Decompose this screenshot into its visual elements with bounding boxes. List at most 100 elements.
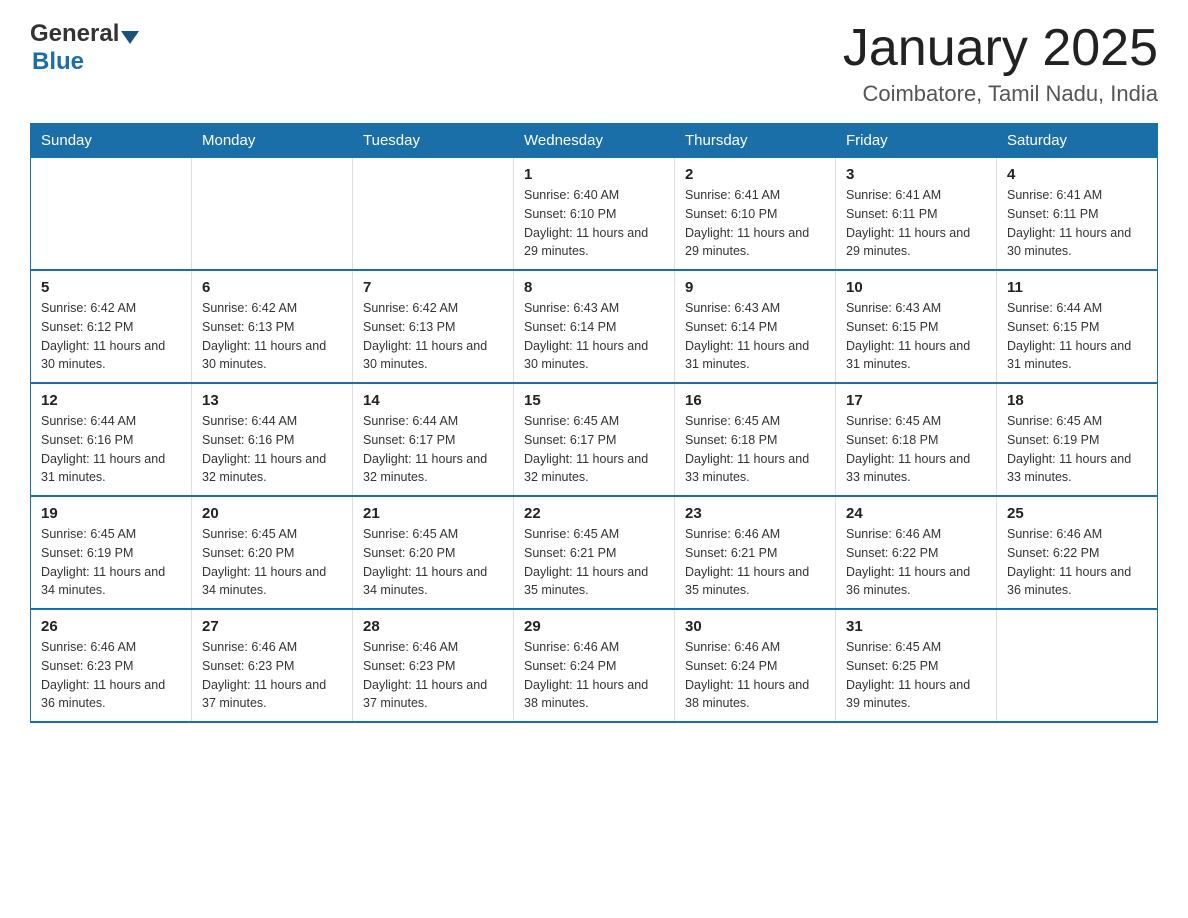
calendar-cell: 11Sunrise: 6:44 AMSunset: 6:15 PMDayligh… [997, 270, 1158, 383]
logo: General Blue [30, 20, 139, 76]
calendar-cell: 22 Sunrise: 6:45 AMSunset: 6:21 PMDayligh… [514, 496, 675, 609]
day-number: 29 [524, 618, 664, 635]
day-info: Sunrise: 6:45 AMSunset: 6:18 PMDaylight:… [685, 412, 825, 487]
day-info: Sunrise: 6:45 AMSunset: 6:18 PMDaylight:… [846, 412, 986, 487]
calendar-cell [353, 158, 514, 271]
day-number: 21 [363, 505, 503, 522]
day-info: Sunrise: 6:44 AMSunset: 6:16 PMDaylight:… [41, 412, 181, 487]
day-number: 28 [363, 618, 503, 635]
calendar-header-row: SundayMondayTuesdayWednesdayThursdayFrid… [31, 124, 1158, 158]
calendar-cell: 20 Sunrise: 6:45 AMSunset: 6:20 PMDayligh… [192, 496, 353, 609]
logo-chevron-icon [121, 31, 139, 44]
day-info: Sunrise: 6:42 AMSunset: 6:13 PMDaylight:… [202, 299, 342, 374]
calendar-day-header: Friday [836, 124, 997, 158]
day-info: Sunrise: 6:45 AMSunset: 6:20 PMDaylight:… [202, 525, 342, 600]
calendar-cell [997, 609, 1158, 722]
calendar-week-row: 19 Sunrise: 6:45 AMSunset: 6:19 PMDayligh… [31, 496, 1158, 609]
day-info: Sunrise: 6:46 AMSunset: 6:22 PMDaylight:… [1007, 525, 1147, 600]
day-number: 16 [685, 392, 825, 409]
calendar-cell: 8Sunrise: 6:43 AMSunset: 6:14 PMDaylight… [514, 270, 675, 383]
calendar-table: SundayMondayTuesdayWednesdayThursdayFrid… [30, 123, 1158, 723]
day-info: Sunrise: 6:45 AMSunset: 6:19 PMDaylight:… [1007, 412, 1147, 487]
day-number: 2 [685, 166, 825, 183]
calendar-cell: 3 Sunrise: 6:41 AMSunset: 6:11 PMDaylight… [836, 158, 997, 271]
day-number: 20 [202, 505, 342, 522]
day-info: Sunrise: 6:46 AMSunset: 6:22 PMDaylight:… [846, 525, 986, 600]
day-number: 25 [1007, 505, 1147, 522]
day-number: 10 [846, 279, 986, 296]
day-info: Sunrise: 6:42 AMSunset: 6:12 PMDaylight:… [41, 299, 181, 374]
day-number: 13 [202, 392, 342, 409]
day-number: 8 [524, 279, 664, 296]
day-number: 24 [846, 505, 986, 522]
page-subtitle: Coimbatore, Tamil Nadu, India [843, 81, 1158, 107]
calendar-cell: 24 Sunrise: 6:46 AMSunset: 6:22 PMDayligh… [836, 496, 997, 609]
calendar-cell: 1Sunrise: 6:40 AMSunset: 6:10 PMDaylight… [514, 158, 675, 271]
day-number: 22 [524, 505, 664, 522]
calendar-day-header: Monday [192, 124, 353, 158]
calendar-cell: 30 Sunrise: 6:46 AMSunset: 6:24 PMDayligh… [675, 609, 836, 722]
calendar-day-header: Sunday [31, 124, 192, 158]
calendar-cell: 9Sunrise: 6:43 AMSunset: 6:14 PMDaylight… [675, 270, 836, 383]
day-info: Sunrise: 6:43 AMSunset: 6:15 PMDaylight:… [846, 299, 986, 374]
calendar-cell: 5 Sunrise: 6:42 AMSunset: 6:12 PMDaylight… [31, 270, 192, 383]
calendar-week-row: 26 Sunrise: 6:46 AMSunset: 6:23 PMDayligh… [31, 609, 1158, 722]
calendar-cell: 26 Sunrise: 6:46 AMSunset: 6:23 PMDayligh… [31, 609, 192, 722]
day-info: Sunrise: 6:45 AMSunset: 6:20 PMDaylight:… [363, 525, 503, 600]
day-info: Sunrise: 6:46 AMSunset: 6:21 PMDaylight:… [685, 525, 825, 600]
day-info: Sunrise: 6:46 AMSunset: 6:23 PMDaylight:… [41, 638, 181, 713]
calendar-cell [31, 158, 192, 271]
calendar-week-row: 12 Sunrise: 6:44 AMSunset: 6:16 PMDayligh… [31, 383, 1158, 496]
day-number: 7 [363, 279, 503, 296]
calendar-cell: 17Sunrise: 6:45 AMSunset: 6:18 PMDayligh… [836, 383, 997, 496]
calendar-cell: 2 Sunrise: 6:41 AMSunset: 6:10 PMDaylight… [675, 158, 836, 271]
calendar-cell: 18Sunrise: 6:45 AMSunset: 6:19 PMDayligh… [997, 383, 1158, 496]
day-info: Sunrise: 6:45 AMSunset: 6:17 PMDaylight:… [524, 412, 664, 487]
calendar-cell: 23 Sunrise: 6:46 AMSunset: 6:21 PMDayligh… [675, 496, 836, 609]
day-number: 15 [524, 392, 664, 409]
logo-general-text: General [30, 20, 119, 48]
calendar-week-row: 1Sunrise: 6:40 AMSunset: 6:10 PMDaylight… [31, 158, 1158, 271]
day-number: 11 [1007, 279, 1147, 296]
day-number: 30 [685, 618, 825, 635]
day-info: Sunrise: 6:44 AMSunset: 6:16 PMDaylight:… [202, 412, 342, 487]
calendar-cell: 25 Sunrise: 6:46 AMSunset: 6:22 PMDayligh… [997, 496, 1158, 609]
day-number: 23 [685, 505, 825, 522]
day-info: Sunrise: 6:46 AMSunset: 6:24 PMDaylight:… [524, 638, 664, 713]
day-info: Sunrise: 6:45 AMSunset: 6:21 PMDaylight:… [524, 525, 664, 600]
day-info: Sunrise: 6:41 AMSunset: 6:10 PMDaylight:… [685, 186, 825, 261]
calendar-cell [192, 158, 353, 271]
page-title: January 2025 [843, 20, 1158, 77]
day-number: 14 [363, 392, 503, 409]
calendar-cell: 14Sunrise: 6:44 AMSunset: 6:17 PMDayligh… [353, 383, 514, 496]
calendar-day-header: Saturday [997, 124, 1158, 158]
day-info: Sunrise: 6:46 AMSunset: 6:23 PMDaylight:… [202, 638, 342, 713]
calendar-cell: 28Sunrise: 6:46 AMSunset: 6:23 PMDayligh… [353, 609, 514, 722]
day-number: 19 [41, 505, 181, 522]
day-info: Sunrise: 6:42 AMSunset: 6:13 PMDaylight:… [363, 299, 503, 374]
day-number: 9 [685, 279, 825, 296]
title-block: January 2025 Coimbatore, Tamil Nadu, Ind… [843, 20, 1158, 107]
day-number: 1 [524, 166, 664, 183]
calendar-cell: 19 Sunrise: 6:45 AMSunset: 6:19 PMDayligh… [31, 496, 192, 609]
day-info: Sunrise: 6:46 AMSunset: 6:24 PMDaylight:… [685, 638, 825, 713]
logo-blue-text: Blue [32, 48, 84, 76]
calendar-cell: 7 Sunrise: 6:42 AMSunset: 6:13 PMDaylight… [353, 270, 514, 383]
calendar-cell: 10 Sunrise: 6:43 AMSunset: 6:15 PMDayligh… [836, 270, 997, 383]
day-number: 3 [846, 166, 986, 183]
calendar-cell: 12 Sunrise: 6:44 AMSunset: 6:16 PMDayligh… [31, 383, 192, 496]
day-number: 26 [41, 618, 181, 635]
calendar-cell: 13 Sunrise: 6:44 AMSunset: 6:16 PMDayligh… [192, 383, 353, 496]
page-header: General Blue January 2025 Coimbatore, Ta… [30, 20, 1158, 107]
day-info: Sunrise: 6:41 AMSunset: 6:11 PMDaylight:… [846, 186, 986, 261]
calendar-cell: 4Sunrise: 6:41 AMSunset: 6:11 PMDaylight… [997, 158, 1158, 271]
calendar-cell: 16 Sunrise: 6:45 AMSunset: 6:18 PMDayligh… [675, 383, 836, 496]
calendar-cell: 6 Sunrise: 6:42 AMSunset: 6:13 PMDaylight… [192, 270, 353, 383]
day-info: Sunrise: 6:45 AMSunset: 6:19 PMDaylight:… [41, 525, 181, 600]
day-number: 12 [41, 392, 181, 409]
day-number: 6 [202, 279, 342, 296]
calendar-day-header: Tuesday [353, 124, 514, 158]
calendar-week-row: 5 Sunrise: 6:42 AMSunset: 6:12 PMDaylight… [31, 270, 1158, 383]
calendar-cell: 15 Sunrise: 6:45 AMSunset: 6:17 PMDayligh… [514, 383, 675, 496]
day-number: 5 [41, 279, 181, 296]
